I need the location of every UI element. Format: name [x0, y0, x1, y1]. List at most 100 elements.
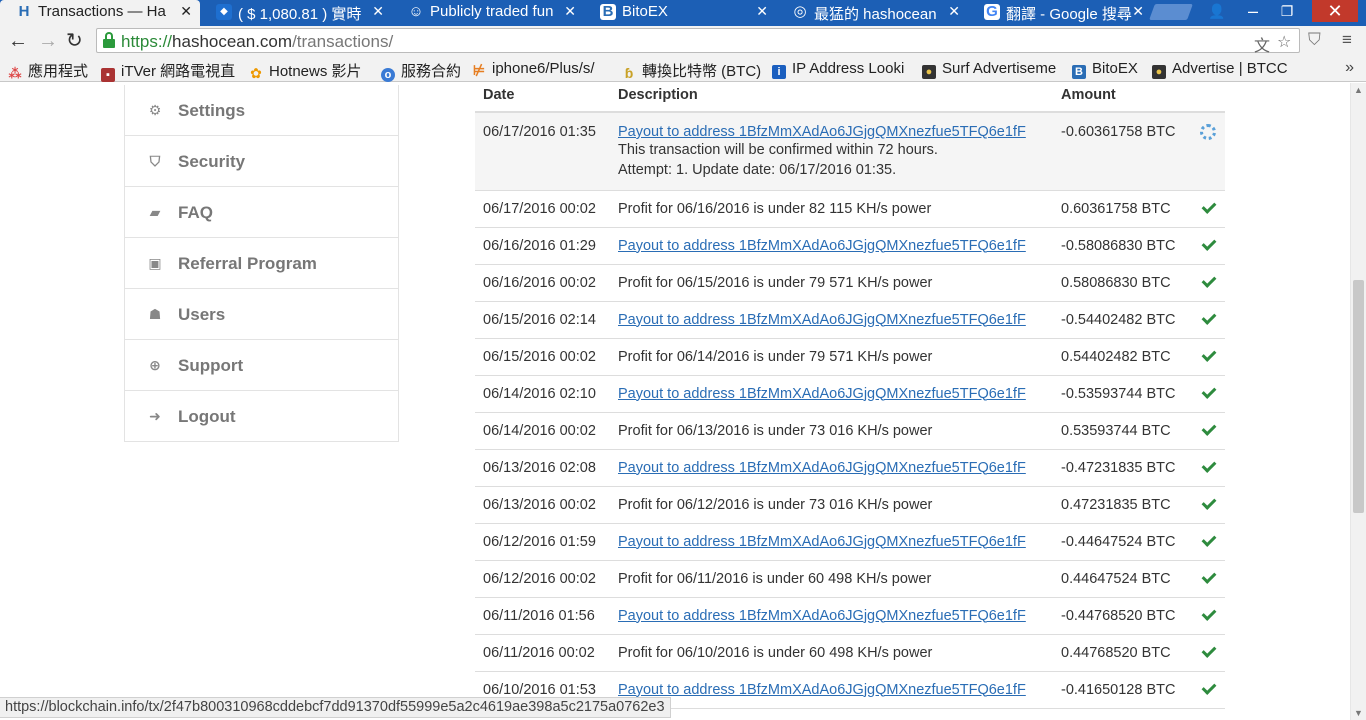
menu-icon[interactable]: ≡ [1342, 30, 1352, 50]
transaction-status [1190, 264, 1225, 302]
payout-address-link[interactable]: Payout to address 1BfzMmXAdAo6JGjgQMXnez… [618, 608, 1026, 624]
spinner-icon [1199, 124, 1216, 140]
sidebar-item-users[interactable]: ☗ Users [125, 288, 398, 339]
transaction-date: 06/14/2016 00:02 [475, 412, 610, 450]
back-icon[interactable]: ← [8, 30, 28, 52]
transaction-description: Payout to address 1BfzMmXAdAo6JGjgQMXnez… [610, 449, 1053, 487]
close-icon[interactable]: ✕ [756, 3, 768, 20]
hashocean-icon: H [18, 3, 30, 20]
tab-google-search[interactable]: G 翻譯 - Google 搜尋 ✕ [968, 0, 1152, 26]
transaction-description: Payout to address 1BfzMmXAdAo6JGjgQMXnez… [610, 523, 1053, 561]
transaction-status [1190, 449, 1225, 487]
close-icon[interactable]: ✕ [564, 3, 576, 20]
bookmark-iphone6[interactable]: ⊭ iphone6/Plus/s/ [472, 60, 610, 77]
scroll-down-icon[interactable]: ▼ [1354, 708, 1363, 718]
bookmark-ip-lookup[interactable]: i IP Address Looki [772, 60, 910, 79]
table-row: 06/14/2016 02:10 Payout to address 1BfzMm… [475, 375, 1225, 413]
bookmark-advertise-btcc[interactable]: ● Advertise | BTCC [1152, 60, 1292, 79]
transaction-status [1190, 523, 1225, 561]
bookmarks-overflow-icon[interactable]: » [1345, 59, 1354, 77]
transaction-description: Profit for 06/14/2016 is under 79 571 KH… [610, 338, 1053, 376]
bookmark-surf-advertisement[interactable]: ● Surf Advertiseme [922, 60, 1062, 79]
sidebar-item-logout[interactable]: ➜ Logout [125, 390, 398, 441]
window-close-button[interactable]: ✕ [1312, 0, 1358, 22]
transaction-description: Profit for 06/12/2016 is under 73 016 KH… [610, 486, 1053, 524]
bookmark-apps[interactable]: ⁂ 應用程式 [8, 60, 88, 81]
transaction-description: Payout to address 1BfzMmXAdAo6JGjgQMXnez… [610, 301, 1053, 339]
money-icon: ▣ [148, 255, 162, 271]
sidebar-item-security[interactable]: ⛉ Security [125, 135, 398, 186]
transaction-description: Profit for 06/13/2016 is under 73 016 KH… [610, 412, 1053, 450]
payout-address-link[interactable]: Payout to address 1BfzMmXAdAo6JGjgQMXnez… [618, 682, 1026, 698]
translate-icon[interactable]: 文 [1254, 32, 1270, 56]
transaction-date: 06/11/2016 01:56 [475, 597, 610, 635]
payout-address-link[interactable]: Payout to address 1BfzMmXAdAo6JGjgQMXnez… [618, 124, 1026, 140]
sidebar-item-label: Security [178, 152, 246, 171]
bookmarks-bar: ⁂ 應用程式 ▪ iTVer 網路電視直 ✿ Hotnews 影片 o 服務合約 ⊭ ip… [0, 56, 1366, 82]
transaction-note: This transaction will be confirmed withi… [618, 142, 938, 158]
table-row: 06/17/2016 01:35 Payout to address 1BfzMm… [475, 112, 1225, 191]
tab-transactions[interactable]: H Transactions — Ha ✕ [0, 0, 200, 26]
profile-icon[interactable]: 👤 [1200, 0, 1234, 22]
tab-strip: H Transactions — Ha ✕ ◆ ( $ 1,080.81 ) 實… [0, 0, 1366, 26]
url-text[interactable]: https://hashocean.com/transactions/ [121, 32, 393, 52]
sidebar-item-settings[interactable]: ⚙ Settings [125, 85, 398, 135]
reload-icon[interactable]: ↻ [66, 30, 83, 52]
check-icon [1201, 681, 1215, 695]
forward-icon[interactable]: → [38, 30, 58, 52]
new-tab-button[interactable] [1149, 4, 1193, 20]
address-bar[interactable]: https://hashocean.com/transactions/ 文 ☆ [96, 28, 1300, 56]
payout-address-link[interactable]: Payout to address 1BfzMmXAdAo6JGjgQMXnez… [618, 534, 1026, 550]
sidebar-item-faq[interactable]: ▰ FAQ [125, 186, 398, 237]
close-icon[interactable]: ✕ [1132, 3, 1144, 20]
tab-bitoex[interactable]: B BitoEX ✕ [584, 0, 776, 26]
bookmark-convert-btc[interactable]: ɓ 轉換比特幣 (BTC) [622, 60, 762, 81]
tab-title: ( $ 1,080.81 ) 實時 [238, 6, 362, 23]
tab-btc-price[interactable]: ◆ ( $ 1,080.81 ) 實時 ✕ [200, 0, 392, 26]
maximize-button[interactable]: ❐ [1270, 0, 1304, 22]
minimize-button[interactable]: – [1236, 0, 1270, 22]
payout-address-link[interactable]: Payout to address 1BfzMmXAdAo6JGjgQMXnez… [618, 386, 1026, 402]
transaction-description: Payout to address 1BfzMmXAdAo6JGjgQMXnez… [610, 112, 1053, 191]
tab-hashocean-forum[interactable]: ◎ 最猛的 hashocean ✕ [776, 0, 968, 26]
sidebar-item-support[interactable]: ⊕ Support [125, 339, 398, 390]
transaction-description: Profit for 06/15/2016 is under 79 571 KH… [610, 264, 1053, 302]
bookmark-bitoex[interactable]: B BitoEX [1072, 60, 1138, 79]
transaction-amount: 0.44647524 BTC [1053, 560, 1190, 598]
close-icon[interactable]: ✕ [180, 3, 192, 20]
transaction-date: 06/16/2016 01:29 [475, 227, 610, 265]
bookmark-hotnews[interactable]: ✿ Hotnews 影片 [249, 60, 361, 81]
bookmark-itver[interactable]: ▪ iTVer 網路電視直 [101, 60, 239, 82]
page-scrollbar[interactable]: ▲ ▼ [1350, 83, 1366, 720]
transaction-description: Payout to address 1BfzMmXAdAo6JGjgQMXnez… [610, 597, 1053, 635]
star-icon[interactable]: ☆ [1277, 32, 1291, 52]
tab-title: 最猛的 hashocean [814, 6, 937, 23]
transaction-status [1190, 634, 1225, 672]
scroll-thumb[interactable] [1353, 280, 1364, 513]
shield-extension-icon[interactable]: ⛉ [1308, 30, 1321, 50]
tab-publicly-traded[interactable]: ☺ Publicly traded fun ✕ [392, 0, 584, 26]
sidebar-item-label: Users [178, 305, 226, 324]
transaction-note: Attempt: 1. Update date: 06/17/2016 01:3… [618, 162, 897, 178]
bookmark-service-contract[interactable]: o 服務合約 [381, 60, 461, 82]
profit-description: Profit for 06/13/2016 is under 73 016 KH… [618, 422, 933, 439]
scroll-up-icon[interactable]: ▲ [1354, 85, 1363, 95]
transaction-status [1190, 338, 1225, 376]
payout-address-link[interactable]: Payout to address 1BfzMmXAdAo6JGjgQMXnez… [618, 312, 1026, 328]
transaction-date: 06/14/2016 02:10 [475, 375, 610, 413]
close-icon[interactable]: ✕ [948, 3, 960, 20]
close-icon[interactable]: ✕ [372, 3, 384, 20]
transaction-amount: -0.47231835 BTC [1053, 449, 1190, 487]
check-icon [1201, 533, 1215, 547]
transaction-amount: 0.58086830 BTC [1053, 264, 1190, 302]
transaction-status [1190, 412, 1225, 450]
reddit-icon: ☺ [408, 3, 424, 20]
check-icon [1201, 385, 1215, 399]
sidebar-item-referral-program[interactable]: ▣ Referral Program [125, 237, 398, 288]
apps-icon: ⁂ [8, 66, 22, 81]
check-icon [1201, 570, 1215, 584]
sidebar-item-label: Logout [178, 407, 236, 426]
payout-address-link[interactable]: Payout to address 1BfzMmXAdAo6JGjgQMXnez… [618, 460, 1026, 476]
cube-icon: ◆ [216, 4, 232, 20]
payout-address-link[interactable]: Payout to address 1BfzMmXAdAo6JGjgQMXnez… [618, 238, 1026, 254]
